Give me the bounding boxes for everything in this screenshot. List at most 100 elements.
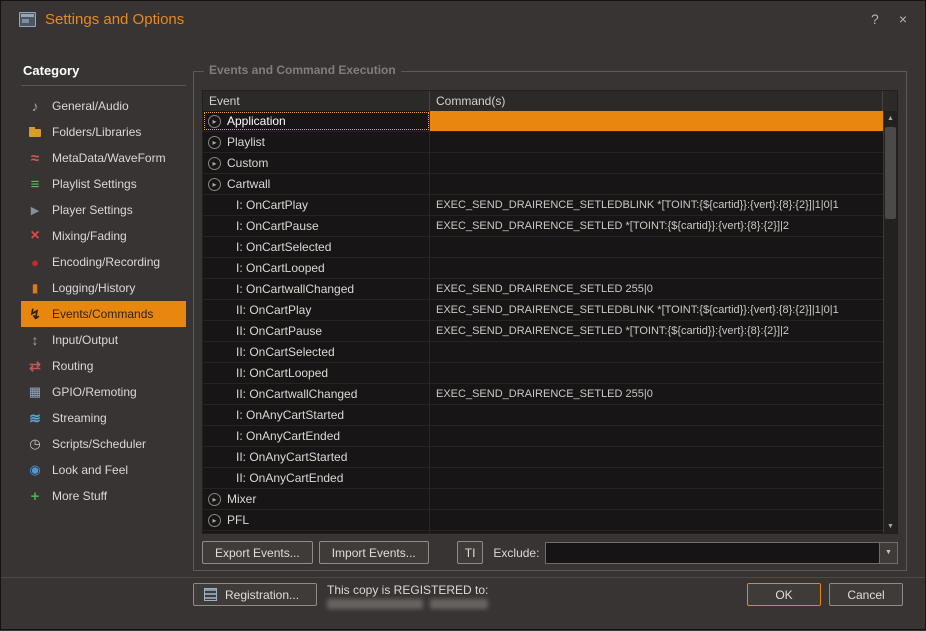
sidebar-item-folders-libraries[interactable]: Folders/Libraries bbox=[21, 119, 186, 145]
command-cell: EXEC_SEND_DRAIRENCE_SETLED 255|0 bbox=[430, 384, 883, 404]
table-row[interactable]: ▸ Mixer bbox=[203, 489, 883, 510]
event-cell: ▸ I: OnCartSelected bbox=[203, 237, 430, 257]
sidebar-item-label: More Stuff bbox=[52, 489, 107, 503]
sidebar-item-label: Routing bbox=[52, 359, 93, 373]
event-cell: ▸ II: OnCartwallChanged bbox=[203, 384, 430, 404]
table-row[interactable]: ▸ II: OnAnyCartEnded bbox=[203, 468, 883, 489]
command-cell bbox=[430, 132, 883, 152]
command-cell: EXEC_SEND_DRAIRENCE_SETLEDBLINK *[TOINT:… bbox=[430, 195, 883, 215]
event-cell: ▸ Cartwall bbox=[203, 174, 430, 194]
table-row[interactable]: ▸ Application bbox=[203, 111, 883, 132]
table-row[interactable]: ▸ II: OnCartPlay EXEC_SEND_DRAIRENCE_SET… bbox=[203, 300, 883, 321]
close-button[interactable]: × bbox=[899, 11, 907, 27]
event-label: I: OnCartwallChanged bbox=[236, 282, 354, 296]
command-cell bbox=[430, 510, 883, 530]
help-button[interactable]: ? bbox=[871, 11, 879, 27]
table-row[interactable]: ▸ II: OnCartSelected bbox=[203, 342, 883, 363]
event-cell: ▸ Application bbox=[203, 111, 430, 131]
table-row[interactable]: ▸ I: OnCartPause EXEC_SEND_DRAIRENCE_SET… bbox=[203, 216, 883, 237]
table-row[interactable]: ▸ I: OnAnyCartStarted bbox=[203, 405, 883, 426]
event-label: Playlist bbox=[227, 135, 265, 149]
table-row[interactable]: ▸ II: OnCartLooped bbox=[203, 363, 883, 384]
table-row[interactable]: ▸ Custom bbox=[203, 153, 883, 174]
expand-icon[interactable]: ▸ bbox=[208, 157, 221, 170]
table-body: ▸ Application ▸ Playlist ▸ Custom ▸ Cart… bbox=[203, 111, 897, 533]
redacted-block bbox=[327, 599, 423, 609]
event-cell: ▸ I: OnCartPlay bbox=[203, 195, 430, 215]
table-row[interactable]: ▸ II: OnAnyCartStarted bbox=[203, 447, 883, 468]
sidebar-item-logging-history[interactable]: Logging/History bbox=[21, 275, 186, 301]
sidebar-item-label: Playlist Settings bbox=[52, 177, 137, 191]
sidebar-item-events-commands[interactable]: Events/Commands bbox=[21, 301, 186, 327]
table-row[interactable]: ▸ Scheduler bbox=[203, 531, 883, 533]
expand-icon[interactable]: ▸ bbox=[208, 178, 221, 191]
sidebar-item-scripts-scheduler[interactable]: Scripts/Scheduler bbox=[21, 431, 186, 457]
sidebar-item-routing[interactable]: Routing bbox=[21, 353, 186, 379]
sidebar-item-mixing-fading[interactable]: Mixing/Fading bbox=[21, 223, 186, 249]
sidebar-item-gpio-remoting[interactable]: GPIO/Remoting bbox=[21, 379, 186, 405]
sidebar-item-player-settings[interactable]: Player Settings bbox=[21, 197, 186, 223]
table-row[interactable]: ▸ I: OnAnyCartEnded bbox=[203, 426, 883, 447]
sidebar-item-look-and-feel[interactable]: Look and Feel bbox=[21, 457, 186, 483]
vertical-scrollbar[interactable]: ▲ ▼ bbox=[883, 111, 897, 533]
redacted-block bbox=[430, 599, 488, 609]
event-cell: ▸ II: OnCartLooped bbox=[203, 363, 430, 383]
sidebar-item-encoding-recording[interactable]: Encoding/Recording bbox=[21, 249, 186, 275]
scrollbar-thumb[interactable] bbox=[885, 127, 896, 219]
sidebar-item-metadata-waveform[interactable]: MetaData/WaveForm bbox=[21, 145, 186, 171]
exclude-combobox[interactable]: ▼ bbox=[545, 542, 898, 564]
command-cell: EXEC_SEND_DRAIRENCE_SETLED *[TOINT:{${ca… bbox=[430, 216, 883, 236]
registration-button[interactable]: Registration... bbox=[193, 583, 317, 606]
table-row[interactable]: ▸ I: OnCartPlay EXEC_SEND_DRAIRENCE_SETL… bbox=[203, 195, 883, 216]
sidebar-item-streaming[interactable]: Streaming bbox=[21, 405, 186, 431]
expand-icon[interactable]: ▸ bbox=[208, 115, 221, 128]
command-cell bbox=[430, 426, 883, 446]
column-header-gap bbox=[883, 91, 897, 111]
sidebar-item-more-stuff[interactable]: More Stuff bbox=[21, 483, 186, 509]
cancel-button[interactable]: Cancel bbox=[829, 583, 903, 606]
table-row[interactable]: ▸ I: OnCartSelected bbox=[203, 237, 883, 258]
sidebar-item-playlist-settings[interactable]: Playlist Settings bbox=[21, 171, 186, 197]
table-row[interactable]: ▸ I: OnCartLooped bbox=[203, 258, 883, 279]
event-cell: ▸ I: OnCartLooped bbox=[203, 258, 430, 278]
command-cell bbox=[430, 468, 883, 488]
column-header-commands[interactable]: Command(s) bbox=[430, 91, 883, 111]
event-label: II: OnCartPause bbox=[236, 324, 322, 338]
wave-icon bbox=[27, 150, 43, 166]
table-row[interactable]: ▸ Cartwall bbox=[203, 174, 883, 195]
table-row[interactable]: ▸ PFL bbox=[203, 510, 883, 531]
table-row[interactable]: ▸ II: OnCartwallChanged EXEC_SEND_DRAIRE… bbox=[203, 384, 883, 405]
sidebar-item-label: Input/Output bbox=[52, 333, 118, 347]
command-cell bbox=[430, 258, 883, 278]
registered-to-label: This copy is REGISTERED to: bbox=[327, 583, 488, 597]
event-label: I: OnAnyCartEnded bbox=[236, 429, 340, 443]
export-events-button[interactable]: Export Events... bbox=[202, 541, 313, 564]
table-row[interactable]: ▸ I: OnCartwallChanged EXEC_SEND_DRAIREN… bbox=[203, 279, 883, 300]
command-cell bbox=[430, 237, 883, 257]
scroll-down-icon[interactable]: ▼ bbox=[884, 519, 897, 533]
sidebar-item-general-audio[interactable]: General/Audio bbox=[21, 93, 186, 119]
ok-button[interactable]: OK bbox=[747, 583, 821, 606]
event-cell: ▸ II: OnCartPause bbox=[203, 321, 430, 341]
scroll-up-icon[interactable]: ▲ bbox=[884, 111, 897, 125]
registration-button-label: Registration... bbox=[225, 588, 299, 602]
sidebar-item-label: Look and Feel bbox=[52, 463, 128, 477]
expand-icon[interactable]: ▸ bbox=[208, 493, 221, 506]
command-cell bbox=[430, 447, 883, 467]
sidebar-item-input-output[interactable]: Input/Output bbox=[21, 327, 186, 353]
table-row[interactable]: ▸ Playlist bbox=[203, 132, 883, 153]
event-cell: ▸ Custom bbox=[203, 153, 430, 173]
expand-icon[interactable]: ▸ bbox=[208, 136, 221, 149]
column-header-event[interactable]: Event bbox=[203, 91, 430, 111]
import-events-button[interactable]: Import Events... bbox=[319, 541, 429, 564]
table-row[interactable]: ▸ II: OnCartPause EXEC_SEND_DRAIRENCE_SE… bbox=[203, 321, 883, 342]
sidebar-item-label: Events/Commands bbox=[52, 307, 153, 321]
folders-icon bbox=[27, 124, 43, 140]
events-icon bbox=[27, 306, 43, 322]
combo-dropdown-icon[interactable]: ▼ bbox=[879, 543, 897, 563]
ti-button[interactable]: TI bbox=[457, 541, 484, 564]
look-icon bbox=[27, 462, 43, 478]
event-label: II: OnCartPlay bbox=[236, 303, 311, 317]
expand-icon[interactable]: ▸ bbox=[208, 514, 221, 527]
event-label: PFL bbox=[227, 513, 249, 527]
